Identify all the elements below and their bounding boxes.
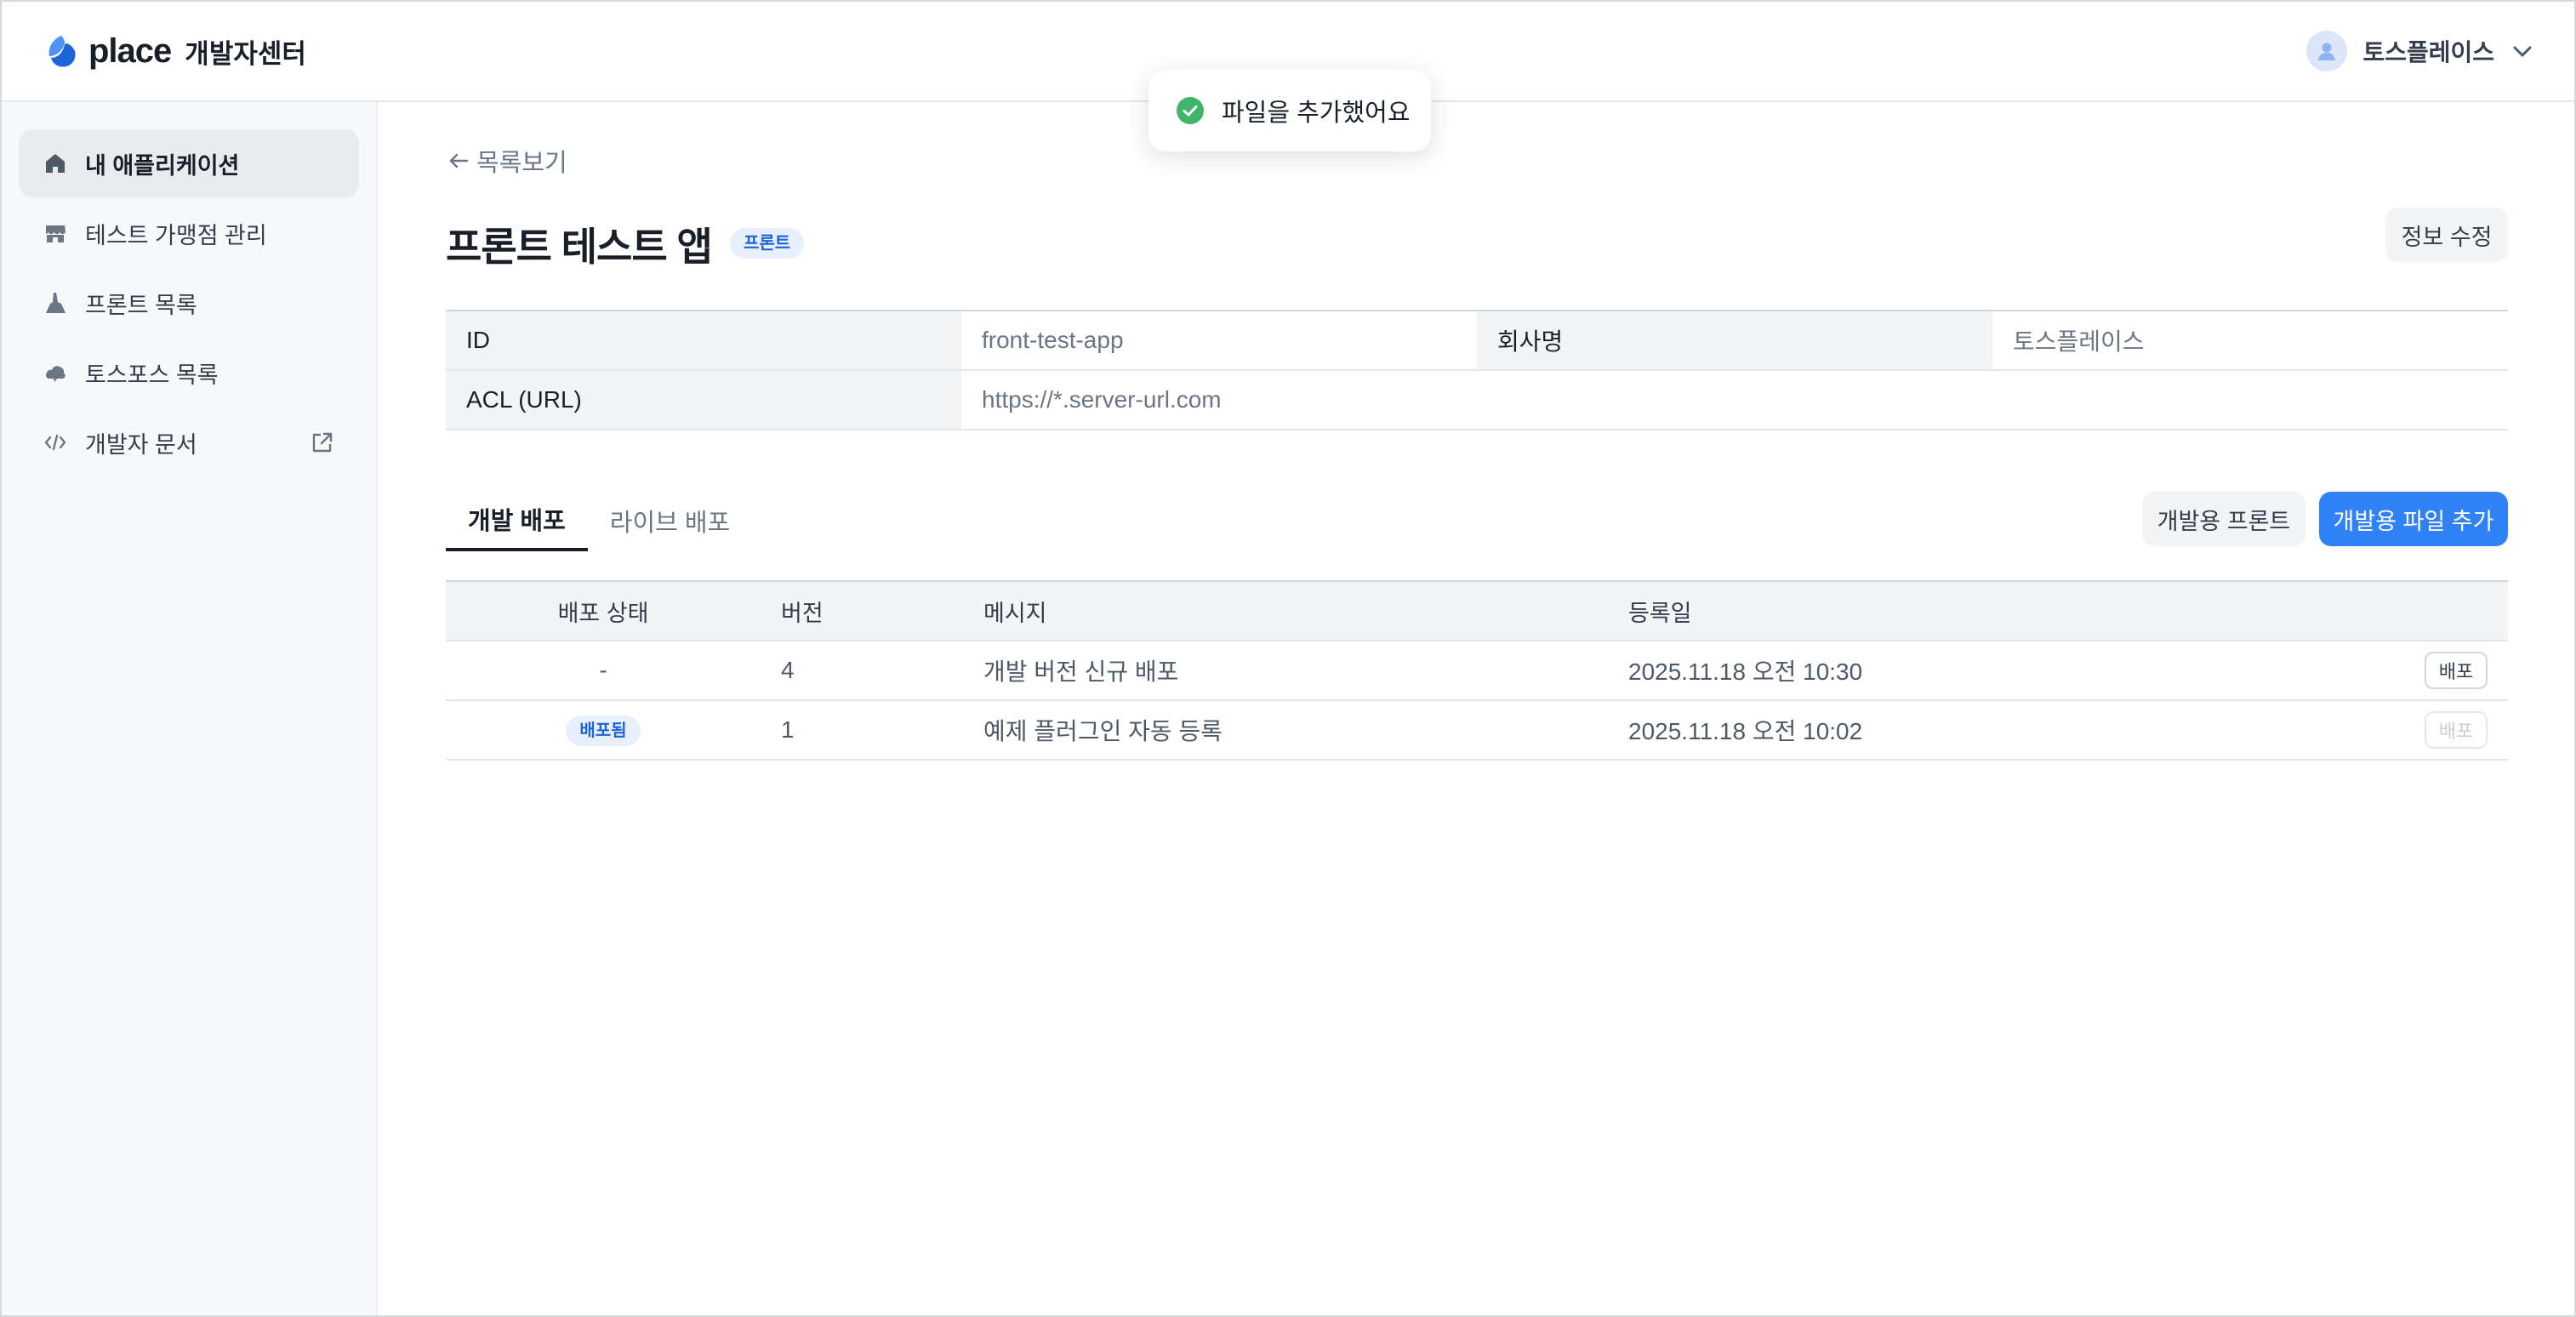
app-window: place 개발자센터 토스플레이스 내 애플리케이션 테스트 가맹점 관리 프… — [0, 0, 2576, 1317]
cloud-icon — [46, 366, 66, 382]
table-row: - 4 개발 버전 신규 배포 2025.11.18 오전 10:30 배포 — [446, 641, 2508, 701]
avatar — [2306, 31, 2348, 71]
table-row: 배포됨 1 예제 플러그인 자동 등록 2025.11.18 오전 10:02 … — [446, 700, 2508, 761]
column-header-action — [2254, 581, 2508, 641]
deploy-table: 배포 상태 버전 메시지 등록일 - 4 개발 버전 신규 배포 2025.11… — [446, 580, 2508, 761]
table-header-row: 배포 상태 버전 메시지 등록일 — [446, 581, 2508, 641]
sidebar-item-label: 테스트 가맹점 관리 — [85, 222, 267, 248]
brand[interactable]: place 개발자센터 — [43, 32, 306, 71]
sidebar-item-front-list[interactable]: 프론트 목록 — [19, 269, 359, 337]
sidebar-item-my-apps[interactable]: 내 애플리케이션 — [19, 129, 359, 197]
version-cell: 4 — [761, 641, 963, 701]
add-dev-file-button[interactable]: 개발용 파일 추가 — [2319, 492, 2508, 546]
brush-icon — [46, 293, 66, 313]
external-link-icon — [312, 432, 333, 453]
check-circle-icon — [1177, 97, 1204, 124]
sidebar-item-test-stores[interactable]: 테스트 가맹점 관리 — [19, 199, 359, 267]
brand-subtitle: 개발자센터 — [185, 38, 306, 69]
acl-label: ACL (URL) — [446, 370, 961, 430]
status-badge: 배포됨 — [566, 715, 641, 746]
column-header-message: 메시지 — [963, 581, 1608, 641]
message-cell: 예제 플러그인 자동 등록 — [963, 700, 1608, 761]
deploy-button-disabled[interactable]: 배포 — [2425, 711, 2488, 749]
code-icon — [44, 434, 66, 451]
message-cell: 개발 버전 신규 배포 — [963, 641, 1608, 701]
success-toast: 파일을 추가했어요 — [1148, 70, 1431, 151]
app-type-badge: 프론트 — [730, 228, 805, 259]
dev-front-button[interactable]: 개발용 프론트 — [2142, 492, 2305, 546]
sidebar-item-label: 토스포스 목록 — [85, 362, 219, 388]
status-cell: 배포됨 — [446, 700, 761, 761]
acl-value: https://*.server-url.com — [961, 370, 2508, 430]
page-title: 프론트 테스트 앱 — [446, 225, 713, 269]
tab-live-deploy[interactable]: 라이브 배포 — [588, 490, 752, 551]
column-header-date: 등록일 — [1608, 581, 2254, 641]
home-icon — [46, 154, 65, 173]
sidebar-item-label: 개발자 문서 — [85, 431, 197, 458]
column-header-version: 버전 — [761, 581, 963, 641]
back-to-list-link[interactable]: 목록보기 — [446, 143, 567, 179]
id-value: front-test-app — [961, 311, 1477, 371]
sidebar-item-tospos-list[interactable]: 토스포스 목록 — [19, 339, 359, 407]
user-icon — [2318, 43, 2336, 60]
user-name: 토스플레이스 — [2362, 39, 2494, 66]
company-value: 토스플레이스 — [1992, 311, 2508, 371]
company-label: 회사명 — [1477, 311, 1992, 371]
id-label: ID — [446, 311, 961, 371]
app-info-table: ID front-test-app 회사명 토스플레이스 ACL (URL) h… — [446, 310, 2508, 430]
date-cell: 2025.11.18 오전 10:30 — [1608, 641, 2254, 701]
title-row: 프론트 테스트 앱 프론트 정보 수정 — [446, 208, 2508, 276]
column-header-status: 배포 상태 — [446, 581, 761, 641]
sidebar-item-label: 프론트 목록 — [85, 292, 197, 318]
info-row: ACL (URL) https://*.server-url.com — [446, 370, 2508, 430]
deploy-button[interactable]: 배포 — [2425, 652, 2488, 689]
info-row: ID front-test-app 회사명 토스플레이스 — [446, 311, 2508, 371]
tab-dev-deploy[interactable]: 개발 배포 — [446, 490, 588, 551]
edit-info-button[interactable]: 정보 수정 — [2385, 208, 2508, 262]
back-label: 목록보기 — [476, 150, 567, 177]
arrow-left-icon — [449, 153, 469, 168]
sidebar: 내 애플리케이션 테스트 가맹점 관리 프론트 목록 토스포스 목록 개발자 문… — [2, 102, 378, 1315]
sidebar-item-developer-docs[interactable]: 개발자 문서 — [19, 408, 359, 476]
date-cell: 2025.11.18 오전 10:02 — [1608, 700, 2254, 761]
action-cell: 배포 — [2254, 700, 2508, 761]
chevron-down-icon — [2513, 46, 2532, 57]
version-cell: 1 — [761, 700, 963, 761]
place-logo-icon — [48, 36, 76, 67]
user-menu[interactable]: 토스플레이스 — [2306, 31, 2535, 71]
brand-name: place — [88, 31, 172, 70]
action-cell: 배포 — [2254, 641, 2508, 701]
store-icon — [46, 225, 66, 242]
sidebar-item-label: 내 애플리케이션 — [85, 152, 240, 179]
deploy-tabs: 개발 배포 라이브 배포 — [446, 490, 752, 551]
status-cell: - — [446, 641, 761, 701]
toast-message: 파일을 추가했어요 — [1222, 100, 1411, 127]
